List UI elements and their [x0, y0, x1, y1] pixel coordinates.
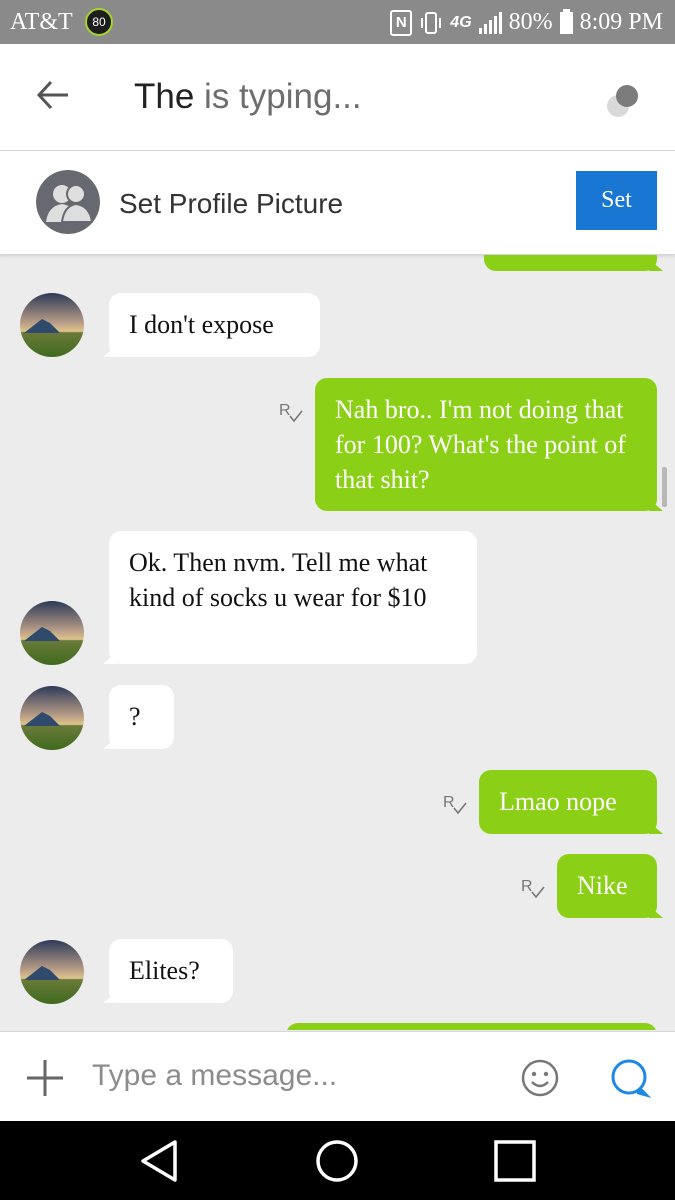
typing-indicator: is typing...: [204, 77, 362, 116]
carrier-label: AT&T: [10, 9, 73, 35]
contact-avatar[interactable]: [20, 601, 84, 665]
message-list[interactable]: I don't expose R Nah bro.. I'm not doing…: [0, 255, 675, 1030]
outgoing-message-partial: [286, 1023, 657, 1030]
plus-icon[interactable]: [26, 1059, 64, 1097]
svg-text:R: R: [521, 878, 533, 895]
read-receipt-icon: R: [279, 402, 303, 423]
contact-name: The: [134, 77, 195, 116]
message-composer: [0, 1031, 675, 1121]
set-profile-picture-button[interactable]: Set: [576, 171, 657, 230]
read-receipt-icon: R: [443, 794, 467, 815]
outgoing-message: Lmao nope: [479, 770, 663, 834]
incoming-message: Elites?: [103, 939, 233, 1003]
status-bar: AT&T 80 N 4G 80% 8:09 PM: [0, 0, 675, 44]
home-circle-icon[interactable]: [314, 1138, 360, 1184]
clock: 8:09 PM: [579, 9, 663, 35]
outgoing-message-partial: [484, 255, 663, 271]
chat-bubble-icon[interactable]: [609, 1058, 651, 1100]
network-type-icon: 4G: [450, 13, 472, 31]
vibrate-icon: [421, 11, 442, 34]
read-receipt-icon: R: [521, 878, 545, 899]
incoming-message: Ok. Then nvm. Tell me what kind of socks…: [103, 531, 477, 664]
set-profile-picture-label: Set Profile Picture: [119, 188, 344, 219]
notification-badge: 80: [85, 8, 113, 36]
chat-title: The is typing...: [134, 77, 362, 117]
status-dots-icon[interactable]: [604, 80, 644, 120]
outgoing-message: Nike: [557, 854, 663, 918]
smiley-icon[interactable]: [520, 1058, 560, 1098]
svg-text:R: R: [443, 794, 455, 811]
contact-avatar[interactable]: [20, 940, 84, 1004]
signal-icon: [478, 11, 502, 34]
status-icons: N 4G 80% 8:09 PM: [390, 8, 663, 36]
contact-avatar[interactable]: [20, 293, 84, 357]
mountain-landscape-icon: [20, 601, 84, 665]
recents-square-icon[interactable]: [492, 1138, 538, 1184]
battery-percent: 80%: [508, 9, 553, 35]
back-triangle-icon[interactable]: [137, 1138, 183, 1184]
mountain-landscape-icon: [20, 686, 84, 750]
incoming-message: ?: [103, 685, 174, 749]
arrow-left-icon[interactable]: [36, 78, 70, 112]
navigation-bar: [0, 1121, 675, 1200]
svg-text:R: R: [279, 402, 291, 419]
outgoing-message: Nah bro.. I'm not doing that for 100? Wh…: [315, 378, 663, 511]
mountain-landscape-icon: [20, 293, 84, 357]
nfc-icon: N: [390, 9, 413, 36]
chat-header: The is typing...: [0, 44, 675, 151]
battery-icon: [559, 8, 573, 34]
scrollbar[interactable]: [662, 467, 667, 507]
incoming-message: I don't expose: [103, 293, 320, 357]
placeholder-avatar: [36, 170, 100, 234]
mountain-landscape-icon: [20, 940, 84, 1004]
message-input[interactable]: [92, 1052, 492, 1100]
profile-picture-banner: Set Profile Picture Set: [0, 151, 675, 255]
people-icon: [36, 170, 100, 234]
contact-avatar[interactable]: [20, 686, 84, 750]
